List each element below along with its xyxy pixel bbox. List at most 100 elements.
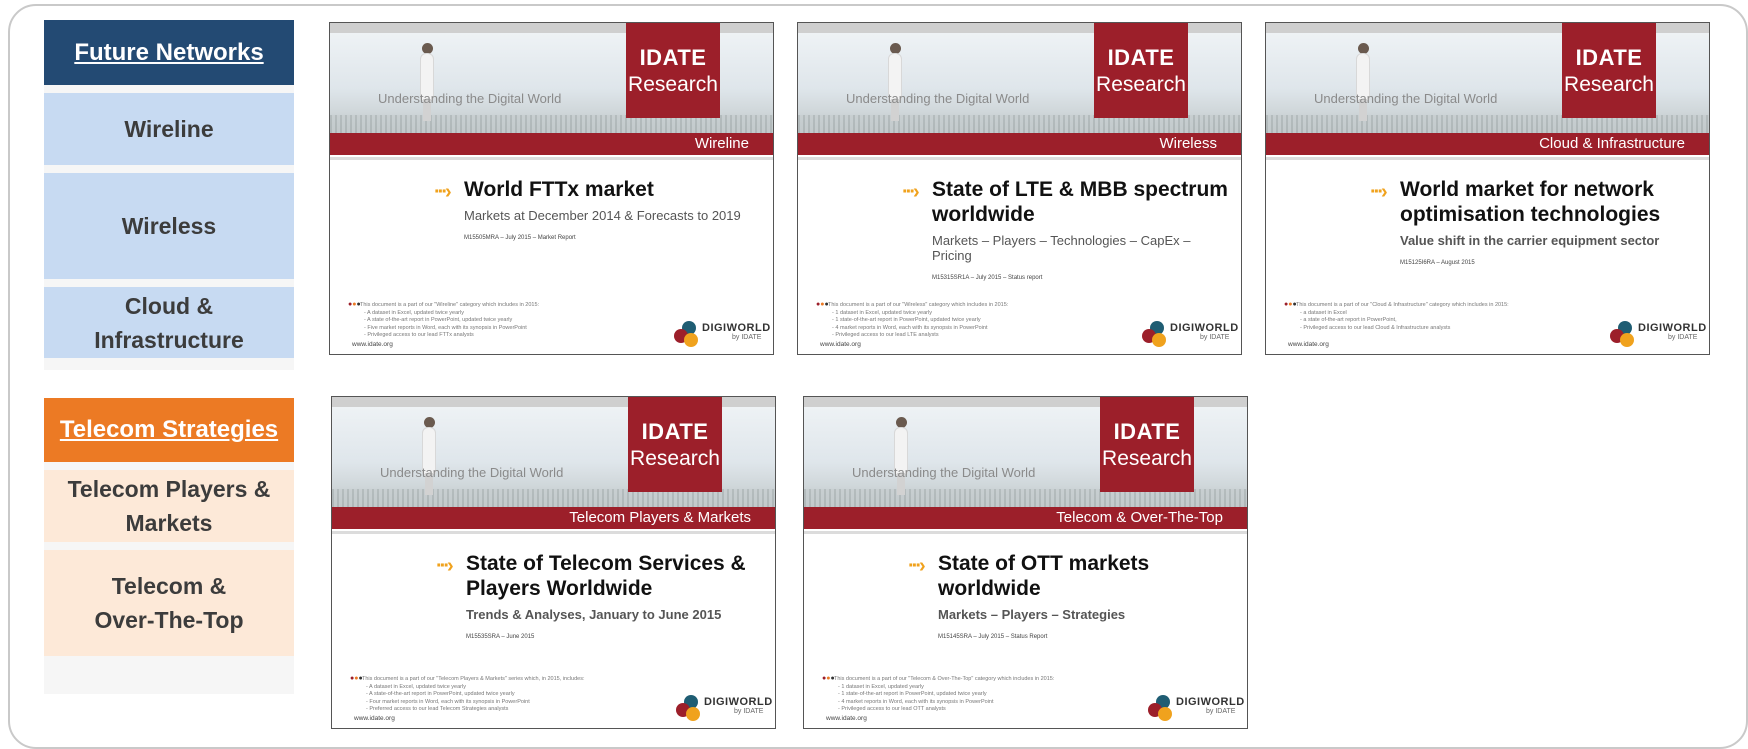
idate-logo: IDATE Research [1100, 397, 1194, 492]
card-category: Telecom Players & Markets [332, 507, 775, 529]
card-tagline: Understanding the Digital World [380, 465, 564, 480]
digiworld-wordmark: DIGIWORLD [1170, 322, 1239, 334]
card-category: Telecom & Over-The-Top [804, 507, 1247, 529]
arrow-icon: ···› [436, 555, 454, 577]
fine-print-line: - a state of-the-art report in PowerPoin… [1300, 317, 1397, 323]
logo-line-2: Research [628, 73, 718, 96]
fine-print-line: - 1 state-of-the-art report in PowerPoin… [832, 317, 981, 323]
digiworld-logo: DIGIWORLD by IDATE [672, 693, 772, 723]
card-tagline: Understanding the Digital World [846, 91, 1030, 106]
fine-print-line: ●●●This document is a part of our "Wirel… [816, 301, 1009, 308]
digiworld-by: by IDATE [1668, 334, 1698, 341]
logo-line-2: Research [630, 447, 720, 470]
card-url: www.idate.org [352, 341, 393, 348]
digiworld-logo: DIGIWORLD by IDATE [1138, 319, 1238, 349]
digiworld-dot-icon [1620, 333, 1634, 347]
future-networks-link[interactable]: Future Networks [44, 20, 294, 85]
card-tagline: Understanding the Digital World [1314, 91, 1498, 106]
idate-logo: IDATE Research [1094, 23, 1188, 118]
fine-print-line: - 1 dataset in Excel, updated yearly [838, 683, 924, 690]
card-title-block: ···› World market for network optimisati… [1370, 177, 1699, 266]
card-code: M15535SRA – June 2015 [466, 634, 535, 640]
digiworld-wordmark: DIGIWORLD [1638, 322, 1707, 334]
fine-print-line: - A state of-the-art report in PowerPoin… [364, 317, 513, 323]
card-fine-print: ●●●This document is a part of our "Wirel… [348, 301, 648, 340]
card-subtitle: Markets – Players – Technologies – CapEx… [932, 233, 1191, 263]
category-underline [332, 531, 775, 534]
arrow-icon: ···› [1370, 181, 1388, 203]
fine-print-line: - Privileged access to our lead FTTx ana… [364, 332, 474, 338]
card-title-block: ···› State of Telecom Services & Players… [436, 551, 765, 640]
menu-item-telecom-players-markets[interactable]: Telecom Players & Markets [44, 470, 294, 542]
person-illustration [886, 43, 904, 121]
card-tagline: Understanding the Digital World [852, 465, 1036, 480]
card-title-block: ···› World FTTx market Markets at Decemb… [434, 177, 763, 241]
card-title: State of Telecom Services & Players Worl… [466, 552, 746, 600]
fine-print-line: ●●●This document is a part of our "Telec… [822, 675, 1055, 682]
digiworld-logo: DIGIWORLD by IDATE [670, 319, 770, 349]
category-underline [804, 531, 1247, 534]
digiworld-logo: DIGIWORLD by IDATE [1606, 319, 1706, 349]
card-subtitle: Value shift in the carrier equipment sec… [1400, 233, 1660, 248]
person-illustration [420, 417, 438, 495]
report-card[interactable]: Understanding the Digital World IDATE Re… [797, 22, 1242, 355]
fine-print-line: - Preferred access to our lead Telecom S… [366, 706, 509, 712]
person-illustration [1354, 43, 1372, 121]
bullet-dots-icon: ●●● [348, 301, 361, 308]
fine-print-line: - 1 state-of-the-art report in PowerPoin… [838, 691, 987, 697]
digiworld-dot-icon [686, 707, 700, 721]
card-url: www.idate.org [826, 715, 867, 722]
category-underline [330, 157, 773, 160]
card-category: Wireline [330, 133, 773, 155]
arrow-icon: ···› [908, 555, 926, 577]
bullet-dots-icon: ●●● [816, 301, 829, 308]
arrow-icon: ···› [434, 181, 452, 203]
fine-print-line: - a dataset in Excel [1300, 309, 1347, 316]
logo-line-1: IDATE [639, 45, 707, 70]
person-illustration [892, 417, 910, 495]
report-card[interactable]: Understanding the Digital World IDATE Re… [331, 396, 776, 729]
card-title-block: ···› State of OTT markets worldwide Mark… [908, 551, 1237, 640]
digiworld-by: by IDATE [1206, 708, 1236, 715]
telecom-strategies-link[interactable]: Telecom Strategies [44, 398, 294, 462]
person-illustration [418, 43, 436, 121]
fine-print-line: - Privileged access to our lead LTE anal… [832, 332, 939, 338]
card-tagline: Understanding the Digital World [378, 91, 562, 106]
fine-print-line: ●●●This document is a part of our "Telec… [350, 675, 585, 682]
fine-print-line: - 4 market reports in Word, each with it… [832, 324, 988, 331]
digiworld-dot-icon [1152, 333, 1166, 347]
fine-print-line: - A state-of-the-art report in PowerPoin… [366, 691, 515, 697]
card-fine-print: ●●●This document is a part of our "Telec… [350, 675, 650, 714]
digiworld-dot-icon [684, 333, 698, 347]
future-networks-menu: Future Networks Wireline Wireless Cloud … [44, 20, 294, 370]
card-subtitle: Markets at December 2014 & Forecasts to … [464, 208, 741, 223]
fine-print-line: ●●●This document is a part of our "Wirel… [348, 301, 540, 308]
digiworld-wordmark: DIGIWORLD [1176, 696, 1245, 708]
card-url: www.idate.org [1288, 341, 1329, 348]
card-code: M15145SRA – July 2015 – Status Report [938, 634, 1048, 640]
report-card[interactable]: Understanding the Digital World IDATE Re… [1265, 22, 1710, 355]
digiworld-by: by IDATE [732, 334, 762, 341]
bullet-dots-icon: ●●● [350, 675, 363, 682]
card-category: Cloud & Infrastructure [1266, 133, 1709, 155]
card-title: World market for network optimisation te… [1400, 178, 1661, 226]
logo-line-1: IDATE [1575, 45, 1643, 70]
card-code: M15125I6RA – August 2015 [1400, 260, 1475, 266]
menu-item-cloud-infrastructure[interactable]: Cloud & Infrastructure [44, 287, 294, 358]
fine-print-line: - Four market reports in Word, each with… [366, 698, 530, 705]
fine-print-line: - Five market reports in Word, each with… [364, 324, 527, 331]
fine-print-line: - 4 market reports in Word, each with it… [838, 698, 994, 705]
fine-print-line: - A dataset in Excel, updated twice year… [366, 683, 466, 690]
report-card[interactable]: Understanding the Digital World IDATE Re… [329, 22, 774, 355]
menu-item-wireless[interactable]: Wireless [44, 173, 294, 279]
menu-item-wireline[interactable]: Wireline [44, 93, 294, 165]
report-card[interactable]: Understanding the Digital World IDATE Re… [803, 396, 1248, 729]
logo-line-2: Research [1096, 73, 1186, 96]
menu-item-telecom-ott[interactable]: Telecom & Over-The-Top [44, 550, 294, 656]
logo-line-2: Research [1102, 447, 1192, 470]
bullet-dots-icon: ●●● [822, 675, 835, 682]
logo-line-1: IDATE [641, 419, 709, 444]
logo-line-1: IDATE [1113, 419, 1181, 444]
logo-line-2: Research [1564, 73, 1654, 96]
digiworld-wordmark: DIGIWORLD [704, 696, 773, 708]
